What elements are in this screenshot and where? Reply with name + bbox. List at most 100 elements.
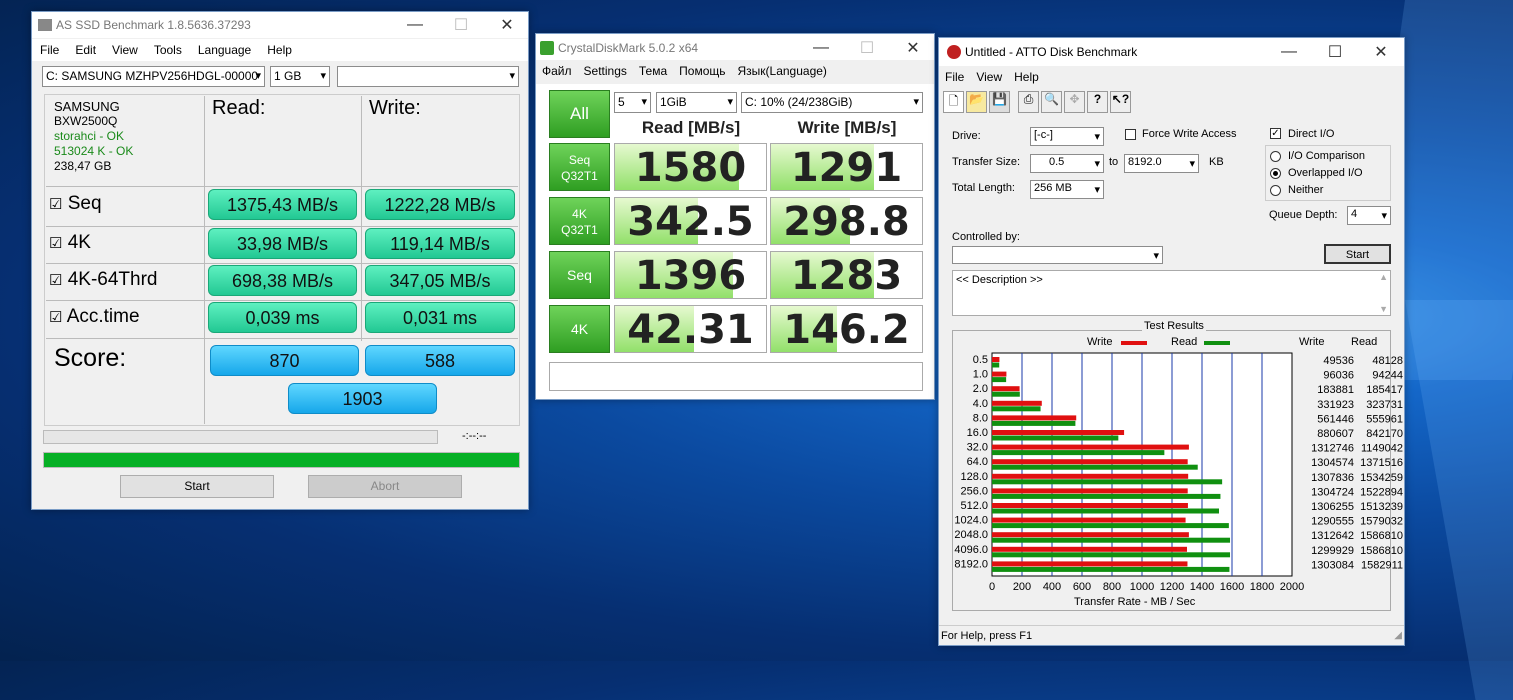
transfer-to-select[interactable]: 8192.0 bbox=[1124, 154, 1199, 173]
checkbox-icon[interactable]: ☑ bbox=[49, 196, 62, 213]
write-bar bbox=[992, 430, 1125, 435]
grid-line bbox=[46, 226, 518, 227]
value: 342.5 bbox=[627, 199, 754, 245]
app-icon bbox=[540, 41, 554, 55]
write-bar bbox=[992, 357, 1000, 362]
maximize-button[interactable]: ☐ bbox=[438, 12, 484, 38]
controlled-by-select[interactable] bbox=[952, 246, 1163, 264]
direct-io-checkbox[interactable]: ✓ bbox=[1270, 128, 1281, 139]
close-button[interactable]: ✕ bbox=[1358, 38, 1404, 66]
open-icon[interactable]: 📂 bbox=[966, 91, 987, 113]
io-comparison-radio[interactable] bbox=[1270, 151, 1281, 162]
start-button[interactable]: Start bbox=[1324, 244, 1391, 264]
test-4k-q32-button[interactable]: 4K Q32T1 bbox=[549, 197, 610, 245]
checkbox-icon[interactable]: ☑ bbox=[49, 235, 62, 252]
help-icon[interactable]: ? bbox=[1087, 91, 1108, 113]
count-select[interactable]: 5 bbox=[614, 92, 651, 113]
menu-language[interactable]: Language bbox=[198, 43, 251, 57]
resize-grip-icon[interactable]: ◢ bbox=[1394, 630, 1402, 641]
x-tick-label: 1200 bbox=[1160, 581, 1184, 593]
save-icon[interactable]: 💾 bbox=[989, 91, 1010, 113]
legend-read-swatch bbox=[1204, 341, 1230, 345]
x-tick-label: 400 bbox=[1043, 581, 1061, 593]
menu-settings[interactable]: Settings bbox=[584, 64, 627, 78]
info-firmware: BXW2500Q bbox=[54, 114, 118, 128]
queue-depth-select[interactable]: 4 bbox=[1347, 206, 1391, 225]
row-4k[interactable]: ☑ 4K bbox=[49, 232, 91, 254]
y-category-label: 64.0 bbox=[967, 456, 988, 468]
menu-help[interactable]: Help bbox=[267, 43, 292, 57]
total-length-select[interactable]: 256 MB bbox=[1030, 180, 1104, 199]
print-preview-icon[interactable]: 🔍 bbox=[1041, 91, 1062, 113]
row-4k64[interactable]: ☑ 4K-64Thrd bbox=[49, 269, 158, 291]
move-icon[interactable]: ✥ bbox=[1064, 91, 1085, 113]
close-button[interactable]: ✕ bbox=[484, 12, 530, 38]
maximize-button[interactable]: ☐ bbox=[1312, 38, 1358, 66]
io-comparison-label: I/O Comparison bbox=[1288, 150, 1366, 162]
write-bar bbox=[992, 532, 1189, 538]
neither-radio[interactable] bbox=[1270, 185, 1281, 196]
new-icon[interactable]: 🗋 bbox=[943, 91, 964, 113]
close-button[interactable]: ✕ bbox=[890, 34, 936, 62]
x-tick-label: 1600 bbox=[1220, 581, 1244, 593]
read-bar bbox=[992, 479, 1223, 485]
print-icon[interactable]: ⎙ bbox=[1018, 91, 1039, 113]
menu-view[interactable]: View bbox=[976, 70, 1002, 84]
drive-select[interactable]: [-c-] bbox=[1030, 127, 1104, 146]
minimize-button[interactable]: — bbox=[1266, 38, 1312, 66]
menu-help[interactable]: Help bbox=[1014, 70, 1039, 84]
minimize-button[interactable]: — bbox=[798, 34, 844, 62]
checkbox-icon[interactable]: ☑ bbox=[49, 272, 62, 289]
maximize-button[interactable]: ☐ bbox=[844, 34, 890, 62]
y-category-label: 2.0 bbox=[973, 383, 988, 395]
description-box[interactable]: << Description >> ▲ ▼ bbox=[952, 270, 1391, 316]
menu-file[interactable]: File bbox=[40, 43, 59, 57]
size-select[interactable]: 1GiB bbox=[656, 92, 737, 113]
read-bar bbox=[992, 391, 1020, 397]
read-bar bbox=[992, 420, 1076, 426]
y-category-label: 0.5 bbox=[973, 354, 988, 366]
drive-select[interactable]: C: 10% (24/238GiB) bbox=[741, 92, 923, 113]
drive-select[interactable]: C: SAMSUNG MZHPV256HDGL-00000 bbox=[42, 66, 265, 87]
col-write-header: Write bbox=[1299, 336, 1325, 348]
menu-edit[interactable]: Edit bbox=[75, 43, 96, 57]
y-category-label: 8.0 bbox=[973, 412, 988, 424]
drive-info: SAMSUNG BXW2500Q storahci - OK 513024 K … bbox=[54, 99, 133, 174]
menu-file[interactable]: File bbox=[945, 70, 964, 84]
test-seq-button[interactable]: Seq bbox=[549, 251, 610, 299]
abort-button[interactable]: Abort bbox=[308, 475, 462, 498]
menu-help[interactable]: Помощь bbox=[679, 64, 725, 78]
row-seq[interactable]: ☑ Seq bbox=[49, 193, 102, 215]
x-tick-label: 1000 bbox=[1130, 581, 1154, 593]
start-button[interactable]: Start bbox=[120, 475, 274, 498]
scroll-down-icon[interactable]: ▼ bbox=[1379, 304, 1388, 314]
menu-file[interactable]: Файл bbox=[542, 64, 572, 78]
comment-input[interactable] bbox=[549, 362, 923, 391]
acc-read-value: 0,039 ms bbox=[208, 302, 357, 333]
transfer-from-select[interactable]: 0.5 bbox=[1030, 154, 1104, 173]
read-value-label: 555961 bbox=[1366, 413, 1403, 425]
read-value-label: 1149042 bbox=[1361, 443, 1403, 455]
name-input[interactable] bbox=[337, 66, 519, 87]
force-write-checkbox[interactable] bbox=[1125, 129, 1136, 140]
minimize-button[interactable]: — bbox=[392, 12, 438, 38]
row-acc[interactable]: ☑ Acc.time bbox=[49, 306, 140, 328]
menu-language[interactable]: Язык(Language) bbox=[738, 64, 827, 78]
as-ssd-titlebar: AS SSD Benchmark 1.8.5636.37293 — ☐ ✕ bbox=[32, 12, 528, 38]
write-value-label: 1299929 bbox=[1311, 545, 1354, 557]
menu-theme[interactable]: Тема bbox=[639, 64, 667, 78]
context-help-icon[interactable]: ↖? bbox=[1110, 91, 1131, 113]
menu-view[interactable]: View bbox=[112, 43, 138, 57]
menu-tools[interactable]: Tools bbox=[154, 43, 182, 57]
checkbox-icon[interactable]: ☑ bbox=[49, 309, 62, 326]
size-select[interactable]: 1 GB bbox=[270, 66, 330, 87]
test-4k-button[interactable]: 4K bbox=[549, 305, 610, 353]
y-category-label: 4.0 bbox=[973, 398, 988, 410]
status-bar: For Help, press F1 ◢ bbox=[939, 625, 1404, 645]
test-seq-q32-button[interactable]: Seq Q32T1 bbox=[549, 143, 610, 191]
overlapped-io-radio[interactable] bbox=[1270, 168, 1281, 179]
write-value-label: 49536 bbox=[1323, 355, 1354, 367]
scroll-up-icon[interactable]: ▲ bbox=[1379, 272, 1388, 282]
all-button[interactable]: All bbox=[549, 90, 610, 138]
test-param: Q32T1 bbox=[561, 223, 598, 237]
